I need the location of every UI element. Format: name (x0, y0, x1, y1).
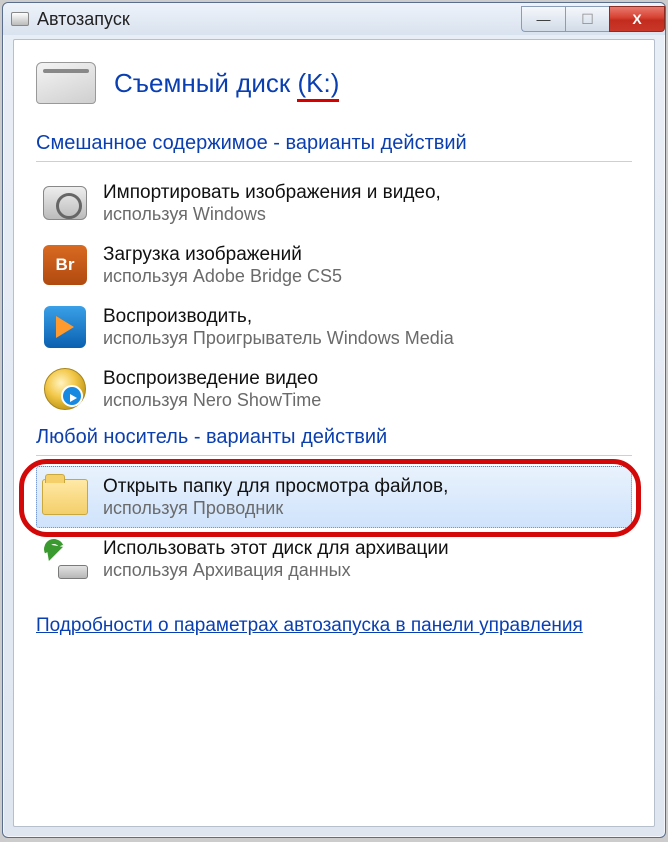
option-nero-showtime[interactable]: Воспроизведение видео используя Nero Sho… (36, 358, 632, 420)
option-import-pictures[interactable]: Импортировать изображения и видео, испол… (36, 172, 632, 234)
option-open-folder[interactable]: Открыть папку для просмотра файлов, испо… (36, 466, 632, 528)
wmp-icon (41, 303, 89, 351)
drive-header: Съемный диск (K:) (36, 62, 632, 104)
option-title: Открыть папку для просмотра файлов, (103, 476, 448, 498)
option-sub: используя Nero ShowTime (103, 390, 321, 411)
option-backup[interactable]: Использовать этот диск для архивации исп… (36, 528, 632, 590)
option-adobe-bridge[interactable]: Br Загрузка изображений используя Adobe … (36, 234, 632, 296)
option-sub: используя Windows (103, 204, 441, 225)
section-any-media: Любой носитель - варианты действий (36, 426, 632, 456)
option-title: Импортировать изображения и видео, (103, 182, 441, 204)
section-mixed-content: Смешанное содержимое - варианты действий (36, 132, 632, 162)
option-sub: используя Проводник (103, 498, 448, 519)
option-wmp-play[interactable]: Воспроизводить, используя Проигрыватель … (36, 296, 632, 358)
removable-drive-icon (36, 62, 96, 104)
window-title: Автозапуск (37, 9, 130, 30)
close-button[interactable]: X (609, 6, 665, 32)
backup-icon (41, 535, 89, 583)
bridge-icon: Br (41, 241, 89, 289)
autoplay-settings-link[interactable]: Подробности о параметрах автозапуска в п… (36, 612, 583, 640)
option-title: Загрузка изображений (103, 244, 342, 266)
nero-icon (41, 365, 89, 413)
drive-label-main: Съемный диск (114, 68, 290, 98)
drive-title: Съемный диск (K:) (114, 68, 339, 99)
minimize-button[interactable]: — (521, 6, 565, 32)
drive-icon-small (11, 12, 29, 26)
option-sub: используя Adobe Bridge CS5 (103, 266, 342, 287)
option-sub: используя Архивация данных (103, 560, 449, 581)
option-title: Воспроизводить, (103, 306, 454, 328)
drive-label-letter: (K:) (297, 68, 339, 102)
maximize-button[interactable]: ☐ (565, 6, 609, 32)
option-title: Использовать этот диск для архивации (103, 538, 449, 560)
client-area: Съемный диск (K:) Смешанное содержимое -… (13, 39, 655, 827)
option-title: Воспроизведение видео (103, 368, 321, 390)
window-buttons: — ☐ X (521, 6, 665, 32)
camera-icon (41, 179, 89, 227)
autoplay-window: Автозапуск — ☐ X Съемный диск (K:) Смеша… (2, 2, 666, 838)
option-sub: используя Проигрыватель Windows Media (103, 328, 454, 349)
folder-icon (41, 473, 89, 521)
titlebar[interactable]: Автозапуск — ☐ X (3, 3, 665, 35)
